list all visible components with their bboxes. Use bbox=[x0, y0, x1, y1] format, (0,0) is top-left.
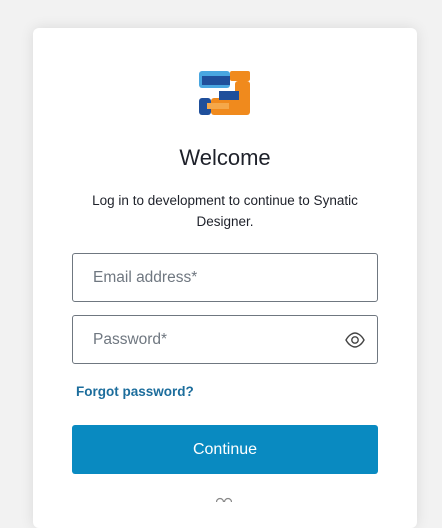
password-field[interactable] bbox=[73, 316, 377, 363]
page-title: Welcome bbox=[179, 145, 271, 170]
partial-icon bbox=[216, 497, 232, 502]
eye-icon[interactable] bbox=[345, 331, 365, 349]
email-field-wrapper bbox=[72, 253, 378, 302]
forgot-password-link[interactable]: Forgot password? bbox=[76, 384, 194, 399]
password-field-wrapper bbox=[72, 315, 378, 364]
synatic-logo-icon bbox=[199, 71, 250, 115]
continue-button[interactable]: Continue bbox=[72, 425, 378, 474]
login-card: Welcome Log in to development to continu… bbox=[33, 28, 417, 528]
login-subtitle: Log in to development to continue to Syn… bbox=[92, 193, 358, 229]
email-field[interactable] bbox=[73, 254, 377, 301]
